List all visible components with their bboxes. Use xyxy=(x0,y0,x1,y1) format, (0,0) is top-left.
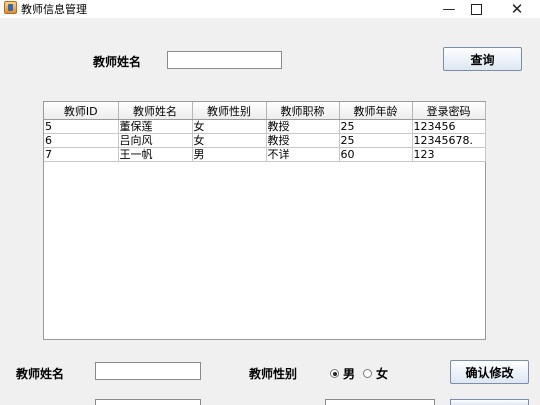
cell-id[interactable]: 5 xyxy=(44,119,119,134)
column-header-id[interactable]: 教师ID xyxy=(44,102,119,120)
column-header-gender[interactable]: 教师性别 xyxy=(192,102,267,120)
gender-radio-female[interactable]: 女 xyxy=(363,365,388,382)
cell-name[interactable]: 董保莲 xyxy=(118,119,193,134)
query-button[interactable]: 查询 xyxy=(443,47,522,71)
window-title: 教师信息管理 xyxy=(21,3,87,16)
cell-age[interactable]: 60 xyxy=(339,147,413,162)
cell-password[interactable]: 123 xyxy=(412,147,486,162)
column-header-password[interactable]: 登录密码 xyxy=(412,102,486,120)
java-app-icon xyxy=(4,1,17,14)
column-header-title[interactable]: 教师职称 xyxy=(266,102,340,120)
search-name-input[interactable] xyxy=(167,51,282,69)
cell-age[interactable]: 25 xyxy=(339,133,413,148)
edit-gender-label: 教师性别 xyxy=(249,367,298,381)
radio-unselected-icon[interactable] xyxy=(363,369,373,378)
gender-radio-group: 男 女 xyxy=(330,365,396,382)
cell-password[interactable]: 123456 xyxy=(412,119,486,134)
edit-name-label: 教师姓名 xyxy=(16,367,65,381)
gender-male-label[interactable]: 男 xyxy=(343,365,355,382)
cell-title[interactable]: 教授 xyxy=(266,119,340,134)
maximize-icon xyxy=(470,3,482,15)
partial-button-below[interactable] xyxy=(450,399,529,405)
cell-name[interactable]: 吕向风 xyxy=(118,133,193,148)
cell-gender[interactable]: 女 xyxy=(192,119,267,134)
search-name-label: 教师姓名 xyxy=(93,55,142,69)
cell-id[interactable]: 6 xyxy=(44,133,119,148)
cell-gender[interactable]: 女 xyxy=(192,133,267,148)
cell-name[interactable]: 王一帆 xyxy=(118,147,193,162)
cell-title[interactable]: 不详 xyxy=(266,147,340,162)
teacher-table: 教师ID 教师姓名 教师性别 教师职称 教师年龄 登录密码 5 董保莲 女 教授… xyxy=(43,101,486,340)
maximize-button[interactable] xyxy=(459,0,493,18)
cell-gender[interactable]: 男 xyxy=(192,147,267,162)
table-row[interactable]: 7 王一帆 男 不详 60 123 xyxy=(44,147,486,162)
close-button[interactable]: ✕ xyxy=(500,0,534,18)
partial-input-below-2[interactable] xyxy=(325,399,435,405)
radio-selected-icon[interactable] xyxy=(330,369,339,378)
table-row[interactable]: 5 董保莲 女 教授 25 123456 xyxy=(44,119,486,134)
cell-age[interactable]: 25 xyxy=(339,119,413,134)
column-header-name[interactable]: 教师姓名 xyxy=(118,102,193,120)
cell-password[interactable]: 12345678. xyxy=(412,133,486,148)
confirm-edit-button[interactable]: 确认修改 xyxy=(450,360,529,384)
partial-input-below[interactable] xyxy=(95,399,201,405)
cell-id[interactable]: 7 xyxy=(44,147,119,162)
gender-female-label[interactable]: 女 xyxy=(376,365,388,382)
cell-title[interactable]: 教授 xyxy=(266,133,340,148)
table-header-row: 教师ID 教师姓名 教师性别 教师职称 教师年龄 登录密码 xyxy=(44,102,486,120)
column-header-age[interactable]: 教师年龄 xyxy=(339,102,413,120)
table-row[interactable]: 6 吕向风 女 教授 25 12345678. xyxy=(44,133,486,148)
edit-name-input[interactable] xyxy=(95,362,201,380)
gender-radio-male[interactable]: 男 xyxy=(330,365,355,382)
title-bar: 教师信息管理 — ✕ xyxy=(0,0,540,18)
